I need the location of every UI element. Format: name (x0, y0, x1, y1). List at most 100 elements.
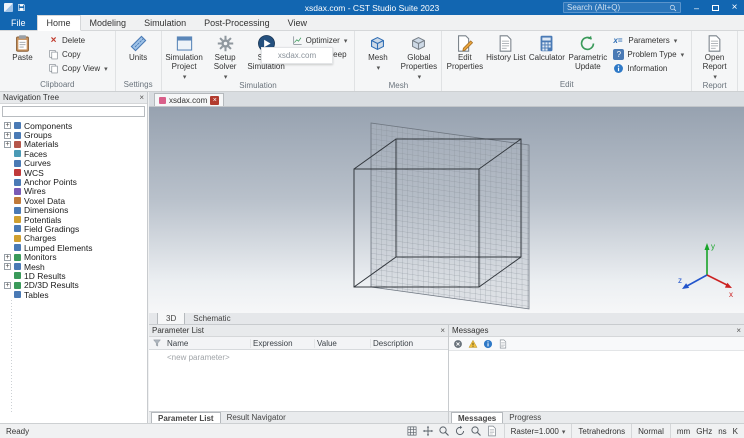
zoom-select-icon[interactable] (470, 425, 482, 437)
tree-item[interactable]: Lumped Elements (4, 243, 97, 253)
app-icon[interactable] (4, 3, 13, 12)
tree-item[interactable]: Tables (4, 290, 53, 300)
tree-item-icon (14, 169, 21, 177)
fit-view-icon[interactable] (406, 425, 418, 437)
copy-view-button[interactable]: Copy View (45, 62, 111, 75)
macros-button[interactable]: Macros (740, 32, 744, 80)
expander-icon[interactable] (4, 131, 11, 139)
group-label-clipboard: Clipboard (40, 80, 75, 89)
save-icon[interactable] (17, 3, 26, 12)
tree-item[interactable]: Components (4, 121, 77, 131)
chevron-down-icon (376, 64, 381, 73)
3d-viewport[interactable]: y z x (149, 107, 744, 313)
tab-3d[interactable]: 3D (157, 313, 186, 324)
tab-view[interactable]: View (279, 15, 316, 30)
pan-icon[interactable] (422, 425, 434, 437)
tree-item[interactable]: Mesh (4, 262, 49, 272)
tab-result-navigator[interactable]: Result Navigator (221, 412, 292, 423)
mode-field: Normal (631, 424, 670, 438)
tab-post-processing[interactable]: Post-Processing (195, 15, 279, 30)
close-icon[interactable]: × (736, 326, 741, 335)
tab-messages[interactable]: Messages (451, 412, 504, 423)
mesh-button[interactable]: Mesh (357, 32, 398, 81)
tree-item-icon (14, 159, 21, 167)
parameter-list-header: Parameter List × (149, 325, 448, 337)
chevron-down-icon (417, 73, 422, 82)
new-parameter-row[interactable]: <new parameter> (149, 350, 448, 362)
ribbon-search[interactable] (563, 2, 681, 13)
calculator-button[interactable]: Calculator (526, 32, 567, 80)
page-icon[interactable] (486, 425, 498, 437)
history-list-button[interactable]: History List (485, 32, 526, 80)
tree-item[interactable]: 2D/3D Results (4, 280, 83, 290)
warning-filter-icon[interactable] (468, 339, 478, 349)
tree-item[interactable]: Field Gradings (4, 224, 84, 234)
global-properties-button[interactable]: Global Properties (398, 32, 439, 81)
3d-scene[interactable] (149, 107, 744, 313)
setup-solver-button[interactable]: Setup Solver (205, 32, 246, 81)
expander-icon[interactable] (4, 140, 11, 148)
tab-schematic[interactable]: Schematic (185, 313, 238, 324)
close-icon[interactable]: × (139, 93, 144, 102)
tab-parameter-list[interactable]: Parameter List (151, 412, 221, 423)
message-list-icon[interactable] (498, 339, 508, 349)
units-button[interactable]: Units (118, 32, 159, 80)
navigation-search[interactable] (2, 106, 145, 117)
minimize-button[interactable] (687, 0, 706, 15)
tab-progress[interactable]: Progress (503, 412, 547, 423)
paste-button[interactable]: Paste (2, 32, 43, 80)
raster-field[interactable]: Raster=1.000 (503, 424, 572, 438)
edit-properties-button[interactable]: Edit Properties (444, 32, 485, 80)
information-button[interactable]: Information (610, 62, 687, 75)
chevron-down-icon (182, 73, 187, 82)
close-button[interactable] (725, 0, 744, 15)
tree-item[interactable]: Voxel Data (4, 196, 70, 206)
tab-simulation[interactable]: Simulation (135, 15, 195, 30)
tree-item[interactable]: Curves (4, 158, 55, 168)
clear-messages-icon[interactable] (453, 339, 463, 349)
parametric-update-button[interactable]: Parametric Update (567, 32, 608, 80)
tree-item[interactable]: Dimensions (4, 205, 73, 215)
copy-button[interactable]: Copy (45, 48, 111, 61)
expander-icon[interactable] (4, 281, 11, 289)
status-bar: Ready Raster=1.000 Tetrahedrons Normal m… (0, 423, 744, 438)
problem-type-button[interactable]: Problem Type (610, 48, 687, 61)
tree-item[interactable]: Groups (4, 130, 56, 140)
tree-item[interactable]: Anchor Points (4, 177, 81, 187)
tree-item[interactable]: WCS (4, 168, 48, 178)
open-report-button[interactable]: Open Report (694, 32, 735, 81)
ribbon-search-input[interactable] (567, 3, 666, 12)
tree-item[interactable]: Wires (4, 186, 50, 196)
zoom-icon[interactable] (438, 425, 450, 437)
expander-icon[interactable] (4, 263, 11, 271)
filter-icon[interactable] (149, 338, 165, 348)
units-field: mm GHz ns K (669, 424, 744, 438)
column-name: Name (165, 338, 251, 348)
tree-item[interactable]: Monitors (4, 252, 61, 262)
simulation-project-button[interactable]: Simulation Project (164, 32, 205, 81)
document-tab[interactable]: xsdax.com × (154, 93, 225, 106)
tab-modeling[interactable]: Modeling (81, 15, 136, 30)
parameters-button[interactable]: Parameters (610, 34, 687, 47)
rotate-icon[interactable] (454, 425, 466, 437)
tree-item[interactable]: Charges (4, 233, 61, 243)
delete-icon: × (50, 35, 57, 46)
close-tab-icon[interactable]: × (210, 95, 220, 105)
close-icon[interactable]: × (440, 326, 445, 335)
tree-item[interactable]: 1D Results (4, 271, 70, 281)
tree-item[interactable]: Potentials (4, 215, 66, 225)
tree-item[interactable]: Faces (4, 149, 52, 159)
tab-file[interactable]: File (0, 15, 37, 30)
delete-button[interactable]: × Delete (45, 34, 111, 47)
expander-icon[interactable] (4, 253, 11, 261)
info-filter-icon[interactable] (483, 339, 493, 349)
chevron-down-icon (103, 64, 108, 73)
project-icon (159, 96, 166, 104)
maximize-button[interactable] (706, 0, 725, 15)
optimizer-button[interactable]: Optimizer (289, 34, 351, 47)
navigation-search-input[interactable] (5, 107, 142, 116)
expander-icon[interactable] (4, 122, 11, 130)
tree-item[interactable]: Materials (4, 139, 63, 149)
parameter-list-body: <new parameter> (149, 350, 448, 411)
tab-home[interactable]: Home (36, 15, 81, 31)
